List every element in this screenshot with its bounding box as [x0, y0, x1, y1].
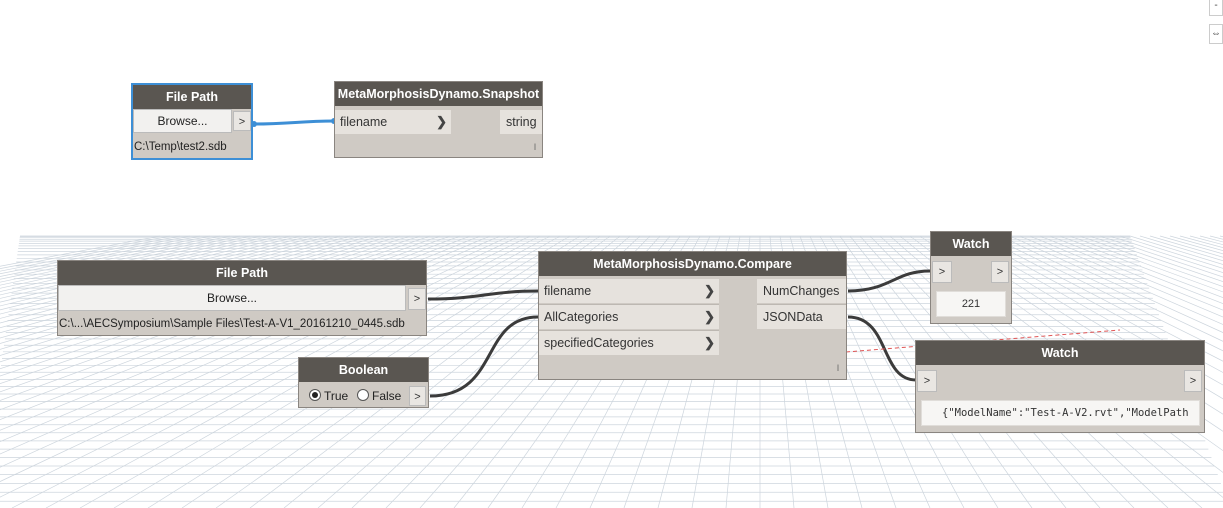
browse-button[interactable]: Browse... [58, 285, 406, 311]
node-title: MetaMorphosisDynamo.Compare [539, 252, 846, 276]
port-label: filename [544, 284, 592, 298]
output-port[interactable]: > [1184, 370, 1202, 392]
output-port[interactable]: > [409, 386, 426, 406]
zoom-control[interactable]: - [1209, 0, 1223, 16]
watch-value: {"ModelName":"Test-A-V2.rvt","ModelPath [921, 400, 1200, 426]
port-label: JSONData [763, 310, 823, 324]
port-label: specifiedCategories [544, 336, 654, 350]
output-port[interactable]: > [408, 288, 426, 310]
wire-filepath-to-snapshot [253, 119, 335, 126]
port-label: NumChanges [763, 284, 840, 298]
file-path-value: C:\...\AECSymposium\Sample Files\Test-A-… [59, 318, 405, 330]
false-radio[interactable]: False [357, 388, 401, 404]
chevron-right-icon: ❯ [704, 283, 715, 298]
port-label: AllCategories [544, 310, 619, 324]
watch-value: 221 [936, 291, 1006, 317]
lacing-indicator[interactable]: l [534, 142, 536, 152]
compare-node[interactable]: MetaMorphosisDynamo.Compare filename ❯ Al… [538, 251, 847, 380]
node-title: Watch [931, 232, 1011, 256]
input-port-allcategories[interactable]: AllCategories ❯ [539, 305, 719, 329]
radio-selected-icon [309, 389, 321, 401]
fit-view-icon[interactable]: ⇔ [1209, 24, 1223, 44]
watch-node-jsondata[interactable]: Watch > > {"ModelName":"Test-A-V2.rvt","… [915, 340, 1205, 433]
true-label: True [324, 389, 349, 403]
output-port-string[interactable]: string [500, 110, 542, 134]
chevron-right-icon: ❯ [704, 335, 715, 350]
boolean-node[interactable]: Boolean True False > [298, 357, 429, 408]
watch-node-numchanges[interactable]: Watch > > 221 [930, 231, 1012, 324]
radio-unselected-icon [357, 389, 369, 401]
input-port[interactable]: > [917, 370, 937, 392]
chevron-right-icon: ❯ [704, 309, 715, 324]
file-path-node-top[interactable]: File Path Browse... > C:\Temp\test2.sdb [131, 83, 253, 160]
browse-button[interactable]: Browse... [133, 109, 232, 133]
wire-filepath-to-compare-filename [427, 289, 539, 301]
output-port-jsondata[interactable]: JSONData [757, 305, 846, 329]
chevron-right-icon: ❯ [436, 114, 447, 129]
node-title: MetaMorphosisDynamo.Snapshot [335, 82, 542, 106]
lacing-indicator[interactable]: l [837, 363, 839, 373]
file-path-value: C:\Temp\test2.sdb [134, 141, 227, 153]
snapshot-node[interactable]: MetaMorphosisDynamo.Snapshot filename ❯ s… [334, 81, 543, 158]
port-label: filename [340, 115, 388, 129]
port-label: string [506, 115, 537, 129]
file-path-node-bottom[interactable]: File Path Browse... > C:\...\AECSymposiu… [57, 260, 427, 336]
output-port[interactable]: > [991, 261, 1009, 283]
input-port-filename[interactable]: filename ❯ [539, 279, 719, 303]
input-port[interactable]: > [932, 261, 952, 283]
node-title: Watch [916, 341, 1204, 365]
wire-boolean-to-compare-allcategories [429, 315, 539, 398]
node-title: File Path [133, 85, 251, 109]
false-label: False [372, 389, 402, 403]
true-radio[interactable]: True [309, 388, 348, 404]
input-port-specifiedcategories[interactable]: specifiedCategories ❯ [539, 331, 719, 355]
output-port-numchanges[interactable]: NumChanges [757, 279, 846, 303]
output-port[interactable]: > [233, 111, 251, 131]
input-port-filename[interactable]: filename ❯ [335, 110, 451, 134]
node-title: Boolean [299, 358, 428, 382]
node-title: File Path [58, 261, 426, 285]
